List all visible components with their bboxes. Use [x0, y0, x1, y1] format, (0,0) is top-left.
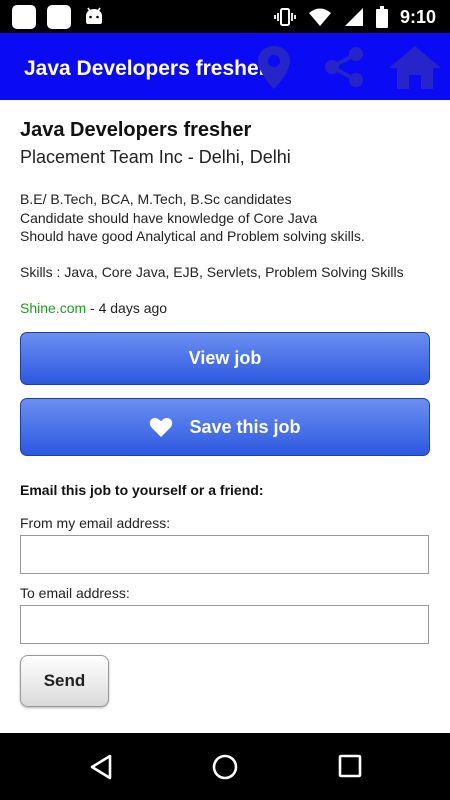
navigation-bar	[0, 733, 450, 800]
notification-icons	[12, 5, 106, 29]
status-time: 9:10	[399, 6, 436, 27]
view-job-button[interactable]: View job	[20, 332, 430, 385]
heart-icon	[150, 418, 173, 437]
back-icon[interactable]	[88, 753, 114, 781]
wifi-icon	[308, 8, 331, 26]
android-icon	[86, 7, 102, 24]
company-location: Placement Team Inc - Delhi, Delhi	[20, 147, 291, 167]
notification-square-icon	[47, 5, 71, 29]
to-email-field[interactable]	[20, 605, 429, 644]
save-job-button[interactable]: Save this job	[20, 398, 430, 456]
from-email-label: From my email address:	[20, 515, 171, 531]
from-email-field[interactable]	[20, 535, 429, 574]
source-link[interactable]: Shine.com	[20, 300, 86, 316]
description-line: Candidate should have knowledge of Core …	[20, 209, 318, 226]
status-bar: 9:10	[0, 0, 450, 33]
signal-icon	[344, 8, 363, 26]
description-line: B.E/ B.Tech, BCA, M.Tech, B.Sc candidate…	[20, 191, 292, 207]
app-bar: Java Developers fresher	[0, 33, 450, 100]
recent-apps-icon[interactable]	[338, 753, 362, 779]
home-icon[interactable]	[386, 43, 444, 91]
save-job-label: Save this job	[189, 416, 301, 437]
system-status-icons: 9:10	[274, 4, 436, 30]
to-email-label: To email address:	[20, 585, 130, 601]
battery-icon	[375, 6, 388, 28]
source-line: Shine.com - 4 days ago	[20, 300, 167, 316]
vibrate-icon	[274, 8, 296, 26]
home-circle-icon[interactable]	[211, 753, 239, 781]
job-skills: Skills : Java, Core Java, EJB, Servlets,…	[20, 264, 404, 280]
job-title: Java Developers fresher	[20, 119, 252, 141]
app-title: Java Developers fresher	[24, 57, 267, 80]
send-button[interactable]: Send	[20, 655, 109, 707]
posted-age: - 4 days ago	[86, 300, 168, 316]
view-job-label: View job	[188, 348, 262, 368]
share-icon[interactable]	[320, 43, 368, 91]
description-line: Should have good Analytical and Problem …	[20, 228, 365, 244]
email-heading: Email this job to yourself or a friend:	[20, 482, 264, 498]
send-label: Send	[43, 671, 86, 690]
notification-square-icon	[12, 5, 36, 29]
location-icon[interactable]	[252, 43, 296, 91]
job-description: B.E/ B.Tech, BCA, M.Tech, B.Sc candidate…	[20, 190, 425, 246]
